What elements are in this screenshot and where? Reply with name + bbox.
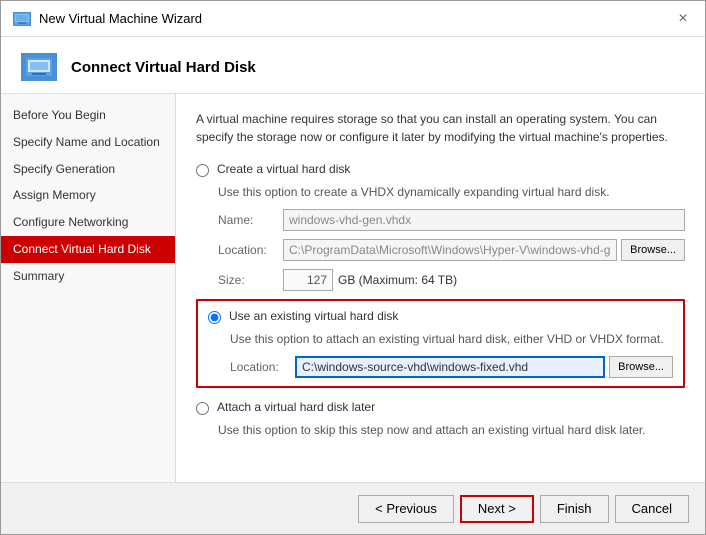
create-sub-text: Use this option to create a VHDX dynamic… <box>218 185 685 199</box>
name-input[interactable] <box>283 209 685 231</box>
sidebar-item-configure-networking[interactable]: Configure Networking <box>1 209 175 236</box>
content-area: Before You BeginSpecify Name and Locatio… <box>1 94 705 482</box>
next-button[interactable]: Next > <box>460 495 534 523</box>
cancel-button[interactable]: Cancel <box>615 495 689 523</box>
sidebar: Before You BeginSpecify Name and Locatio… <box>1 94 176 482</box>
create-section: Create a virtual hard disk Use this opti… <box>196 162 685 291</box>
existing-sub-text: Use this option to attach an existing vi… <box>230 332 673 346</box>
create-radio-label[interactable]: Create a virtual hard disk <box>217 162 350 176</box>
existing-radio-option: Use an existing virtual hard disk <box>208 309 673 324</box>
main-content: A virtual machine requires storage so th… <box>176 94 705 482</box>
location-browse-button[interactable]: Browse... <box>621 239 685 261</box>
attach-later-radio-input[interactable] <box>196 402 209 415</box>
window-title: New Virtual Machine Wizard <box>39 11 202 26</box>
size-suffix: GB (Maximum: 64 TB) <box>338 273 457 287</box>
wizard-window: New Virtual Machine Wizard × Connect Vir… <box>0 0 706 535</box>
title-bar: New Virtual Machine Wizard × <box>1 1 705 37</box>
existing-section: Use an existing virtual hard disk Use th… <box>196 299 685 388</box>
existing-location-input[interactable] <box>295 356 605 378</box>
create-radio-input[interactable] <box>196 164 209 177</box>
create-radio-option: Create a virtual hard disk <box>196 162 685 177</box>
previous-button[interactable]: < Previous <box>358 495 454 523</box>
attach-later-sub-text: Use this option to skip this step now an… <box>218 423 685 437</box>
finish-button[interactable]: Finish <box>540 495 609 523</box>
sidebar-item-assign-memory[interactable]: Assign Memory <box>1 182 175 209</box>
existing-radio-label[interactable]: Use an existing virtual hard disk <box>229 309 398 323</box>
sidebar-item-summary[interactable]: Summary <box>1 263 175 290</box>
existing-location-label: Location: <box>230 360 295 374</box>
name-field-row: Name: <box>218 209 685 231</box>
size-row: Size: GB (Maximum: 64 TB) <box>218 269 685 291</box>
existing-browse-button[interactable]: Browse... <box>609 356 673 378</box>
sidebar-item-specify-name[interactable]: Specify Name and Location <box>1 129 175 156</box>
existing-location-row: Location: Browse... <box>230 356 673 378</box>
page-title: Connect Virtual Hard Disk <box>71 59 256 76</box>
close-button[interactable]: × <box>673 9 693 29</box>
location-input[interactable] <box>283 239 617 261</box>
page-icon <box>21 53 57 81</box>
title-bar-left: New Virtual Machine Wizard <box>13 11 202 26</box>
sidebar-item-connect-vhd[interactable]: Connect Virtual Hard Disk <box>1 236 175 263</box>
location-field-row: Location: Browse... <box>218 239 685 261</box>
size-input[interactable] <box>283 269 333 291</box>
attach-later-section: Attach a virtual hard disk later Use thi… <box>196 400 685 437</box>
attach-later-radio-label[interactable]: Attach a virtual hard disk later <box>217 400 375 414</box>
page-header: Connect Virtual Hard Disk <box>1 37 705 94</box>
sidebar-item-before-you-begin[interactable]: Before You Begin <box>1 102 175 129</box>
location-label: Location: <box>218 243 283 257</box>
size-label: Size: <box>218 273 283 287</box>
existing-radio-input[interactable] <box>208 311 221 324</box>
description-text: A virtual machine requires storage so th… <box>196 110 685 146</box>
attach-later-radio-option: Attach a virtual hard disk later <box>196 400 685 415</box>
sidebar-item-specify-generation[interactable]: Specify Generation <box>1 156 175 183</box>
name-label: Name: <box>218 213 283 227</box>
window-icon <box>13 12 31 26</box>
footer: < Previous Next > Finish Cancel <box>1 482 705 534</box>
